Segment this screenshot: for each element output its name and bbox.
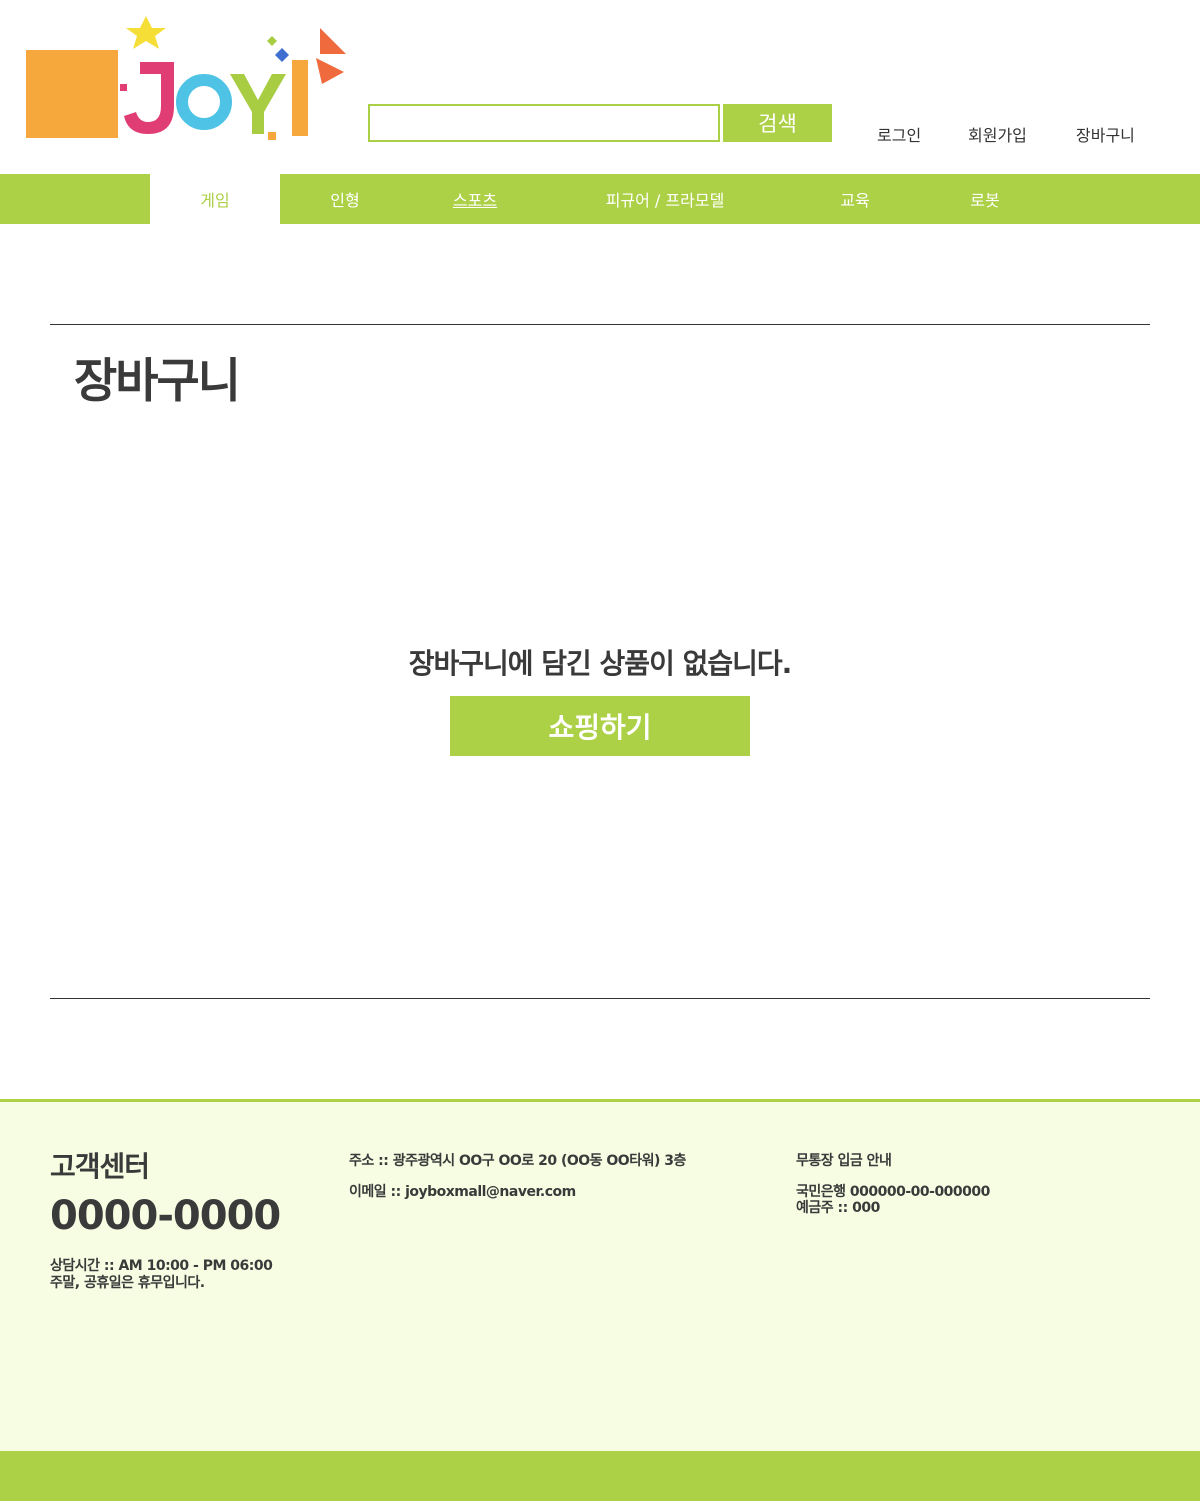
search-input[interactable] xyxy=(370,106,718,140)
nav-item-figure[interactable]: 피규어 / 프라모델 xyxy=(560,174,770,224)
nav-item-game[interactable]: 게임 xyxy=(150,174,280,224)
bank-transfer-title: 무통장 입금 안내 xyxy=(796,1153,892,1169)
nav-item-doll[interactable]: 인형 xyxy=(280,174,410,224)
login-link[interactable]: 로그인 xyxy=(877,122,921,146)
holiday-notice: 주말, 공휴일은 휴무입니다. xyxy=(50,1275,205,1291)
nav-item-education[interactable]: 교육 xyxy=(790,174,920,224)
top-divider xyxy=(50,324,1150,325)
nav-item-robot[interactable]: 로봇 xyxy=(920,174,1050,224)
joy-logo-icon xyxy=(26,16,346,140)
site-logo[interactable] xyxy=(24,14,348,146)
search-box xyxy=(368,104,720,142)
company-email: 이메일 :: joyboxmall@naver.com xyxy=(349,1184,576,1200)
page-title: 장바구니 xyxy=(74,354,241,409)
empty-cart-message: 장바구니에 담긴 상품이 없습니다. xyxy=(408,647,793,680)
search-button[interactable]: 검색 xyxy=(723,104,832,142)
company-address: 주소 :: 광주광역시 OO구 OO로 20 (OO동 OO타워) 3층 xyxy=(349,1153,686,1169)
account-holder: 예금주 :: 000 xyxy=(796,1200,880,1216)
category-nav: 게임 인형 스포츠 피규어 / 프라모델 교육 로봇 xyxy=(0,174,1200,224)
bottom-divider xyxy=(50,998,1150,999)
go-shopping-button[interactable]: 쇼핑하기 xyxy=(450,696,750,756)
signup-link[interactable]: 회원가입 xyxy=(968,122,1027,146)
customer-center-phone: 0000-0000 xyxy=(50,1193,281,1239)
cart-link[interactable]: 장바구니 xyxy=(1076,122,1135,146)
footer-bottom-bar xyxy=(0,1451,1200,1501)
site-header: 검색 로그인 회원가입 장바구니 xyxy=(0,0,1200,174)
customer-center-title: 고객센터 xyxy=(50,1150,150,1183)
nav-item-sports[interactable]: 스포츠 xyxy=(410,174,540,224)
